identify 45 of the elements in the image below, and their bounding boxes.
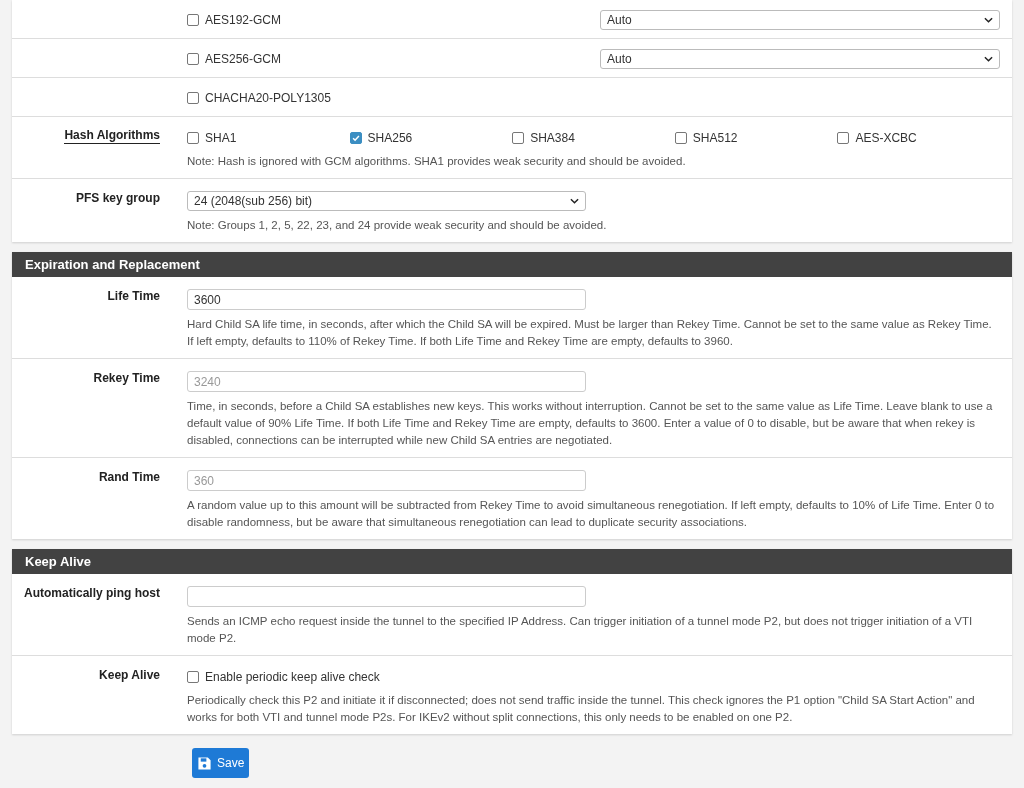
checkbox[interactable] — [187, 671, 199, 683]
checkbox-label: Enable periodic keep alive check — [205, 669, 380, 686]
select-dropdown[interactable]: Auto — [600, 10, 1000, 30]
input-field[interactable] — [187, 586, 586, 607]
checkbox-label: SHA256 — [367, 130, 413, 147]
checkbox-label: SHA1 — [205, 130, 237, 147]
select-dropdown[interactable]: 24 (2048(sub 256) bit) — [187, 191, 586, 211]
checkbox[interactable] — [837, 132, 850, 144]
input-field[interactable]: 360 — [187, 470, 586, 491]
help-text: A random value up to this amount will be subtracted from Rekey Time to avoid simultaneous renegotiation. If left empty, defaults to 10% of Life Time. Enter 0 to disable randomness, but be aware that simultaneous renegotiation can lead to duplicate security associations. — [187, 498, 996, 530]
save-button[interactable]: Save — [192, 748, 250, 778]
field-label: Rand Time — [98, 469, 160, 486]
chevron-down-icon — [984, 56, 993, 62]
help-text: Note: Groups 1, 2, 5, 22, 23, and 24 provide weak security and should be avoided. — [187, 218, 608, 233]
help-text: Periodically check this P2 and initiate it if disconnected; does not send traffic inside the tunnel. This check ignores the P1 option "Child SA Start Action" and works for both VTI and tunnel mode P2s. For IKEv2 without split connections, this only needs to be enabled on one P2. — [187, 693, 976, 725]
checkbox-label: SHA384 — [530, 130, 575, 147]
field-label: Life Time — [107, 288, 160, 305]
field-label: Rekey Time — [93, 370, 160, 387]
checkbox-label: AES192-GCM — [205, 12, 282, 29]
chevron-down-icon — [984, 17, 993, 23]
input-field[interactable]: 3600 — [187, 289, 586, 310]
checkbox-label: AES256-GCM — [205, 51, 282, 68]
checkbox[interactable] — [187, 92, 199, 104]
help-text: Time, in seconds, before a Child SA establishes new keys. This works without interruption. Cannot be set to the same value as Life Time. Leave blank to use a default value of 90% Life Time. If both Life Time and Rekey Time are empty, defaults to 3600. Enter a value of 0 to disable, but be aware that when rekey is disabled, connections can be interrupted while new Child SA entries are negotiated. — [187, 399, 994, 448]
checkbox-label: SHA512 — [692, 130, 738, 147]
checkbox[interactable] — [674, 132, 687, 144]
checkbox[interactable] — [187, 132, 199, 144]
input-field[interactable]: 3240 — [187, 371, 586, 392]
field-label: PFS key group — [75, 190, 160, 207]
checkbox[interactable] — [349, 132, 362, 144]
help-text: Note: Hash is ignored with GCM algorithms. SHA1 provides weak security and should be avoided. — [187, 154, 687, 169]
checkbox-label: CHACHA20-POLY1305 — [205, 90, 331, 107]
chevron-down-icon — [570, 198, 579, 204]
select-dropdown[interactable]: Auto — [600, 49, 1000, 69]
field-label: Keep Alive — [99, 667, 160, 684]
help-text: Sends an ICMP echo request inside the tunnel to the specified IP Address. Can trigger initiation of a tunnel mode P2, but does not trigger initiation of a VTI mode P2. — [187, 614, 974, 646]
section-header: Expiration and Replacement — [12, 252, 1012, 277]
checkbox-label: AES-XCBC — [855, 130, 917, 147]
field-label: Automatically ping host — [24, 585, 160, 602]
checkbox[interactable] — [512, 132, 525, 144]
field-label: Hash Algorithms — [64, 127, 160, 144]
checkbox[interactable] — [187, 14, 199, 26]
section-header: Keep Alive — [12, 549, 1012, 574]
help-text: Hard Child SA life time, in seconds, after which the Child SA will be expired. Must be larger than Rekey Time. Cannot be set to the same value as Rekey Time. If left empty, defaults to 110% of Rekey Time. If both Life Time and Rekey Time are empty, defaults to 3960. — [187, 317, 993, 349]
checkbox[interactable] — [187, 53, 199, 65]
